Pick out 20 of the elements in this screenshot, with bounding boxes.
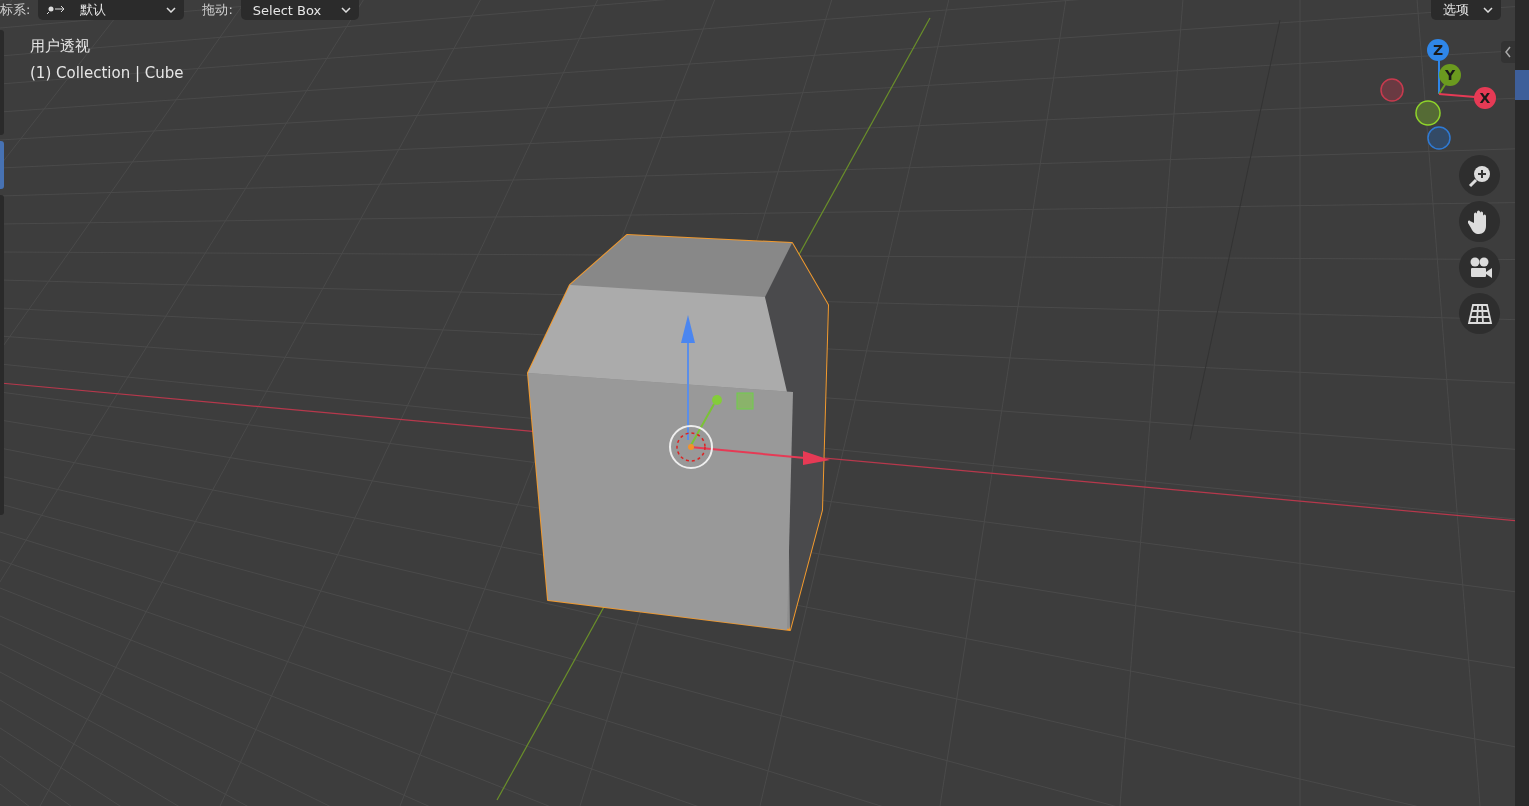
caret-icon (166, 7, 177, 13)
grid-icon (1466, 302, 1493, 325)
ortho-toggle-button[interactable] (1459, 293, 1500, 334)
drag-dropdown[interactable]: Select Box (240, 0, 359, 20)
collapse-arrow-icon[interactable] (1501, 41, 1515, 63)
zoom-button[interactable] (1459, 155, 1500, 196)
pan-button[interactable] (1459, 201, 1500, 242)
3d-cursor-icon (669, 425, 713, 469)
coordinate-dropdown[interactable]: 默认 (38, 0, 185, 20)
options-dropdown[interactable]: 选项 (1431, 0, 1501, 20)
drag-label: 拖动: (202, 1, 233, 19)
view-name: 用户透视 (30, 36, 91, 57)
caret-icon (340, 7, 351, 13)
move-gizmo-drawing[interactable] (681, 315, 830, 465)
coordinate-label: 标系: (0, 1, 31, 19)
object-info: (1) Collection | Cube (30, 63, 184, 84)
cube-drawing[interactable] (527, 234, 829, 631)
camera-view-button[interactable] (1459, 247, 1500, 288)
caret-icon (1483, 7, 1493, 13)
axis-gizmo[interactable]: Z Y X (1380, 39, 1496, 150)
